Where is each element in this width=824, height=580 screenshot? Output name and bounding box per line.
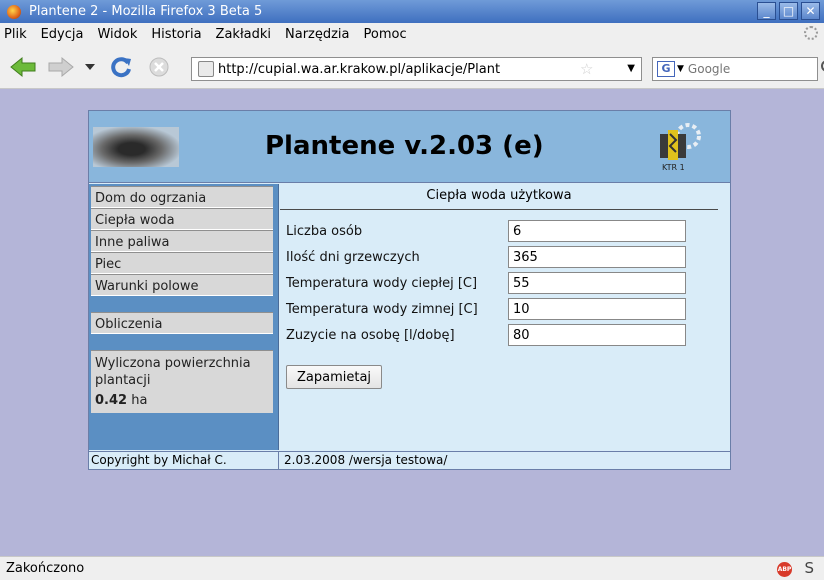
- sidebar: Dom do ogrzania Ciepła woda Inne paliwa …: [89, 184, 279, 450]
- menu-bar: Plik Edycja Widok Historia Zakładki Narz…: [0, 23, 824, 45]
- save-button[interactable]: Zapamietaj: [286, 365, 383, 389]
- form-row-temp-cieplej: Temperatura wody ciepłej [C]: [286, 271, 686, 295]
- liczba-osob-label: Liczba osób: [286, 223, 363, 239]
- main-panel: Ciepła woda użytkowa Liczba osób Ilość d…: [280, 184, 730, 450]
- close-button[interactable]: ✕: [801, 2, 820, 20]
- dni-grzewczych-label: Ilość dni grzewczych: [286, 249, 420, 265]
- url-text[interactable]: http://cupial.wa.ar.krakow.pl/aplikacje/…: [218, 62, 578, 77]
- copyright-text: Copyright by Michał C.: [89, 452, 279, 470]
- search-input[interactable]: [687, 62, 788, 76]
- form-row-liczba-osob: Liczba osób: [286, 219, 686, 243]
- area-label: Wyliczona powierzchnia plantacji: [95, 356, 251, 388]
- throbber-icon: [804, 26, 818, 40]
- history-dropdown-icon[interactable]: [83, 54, 97, 80]
- version-text: 2.03.2008 /wersja testowa/: [284, 453, 448, 467]
- sidebar-item-inne-paliwa[interactable]: Inne paliwa: [91, 230, 273, 252]
- s-icon[interactable]: S: [804, 559, 814, 577]
- form-row-zuzycie: Zuzycie na osobę [l/dobę]: [286, 323, 686, 347]
- dni-grzewczych-input[interactable]: [508, 246, 686, 268]
- svg-text:KTR 1: KTR 1: [662, 163, 685, 172]
- app-footer: Copyright by Michał C. 2.03.2008 /wersja…: [89, 451, 730, 470]
- menu-pomoc[interactable]: Pomoc: [364, 27, 407, 42]
- site-icon: [198, 61, 214, 77]
- form-row-temp-zimnej: Temperatura wody zimnej [C]: [286, 297, 686, 321]
- section-title: Ciepła woda użytkowa: [280, 188, 718, 210]
- forward-arrow-icon[interactable]: [46, 54, 76, 80]
- google-icon[interactable]: G: [657, 61, 675, 77]
- sidebar-item-piec[interactable]: Piec: [91, 252, 273, 274]
- app-container: Plantene v.2.03 (e) KTR 1 Dom do ogrzani…: [88, 110, 731, 470]
- minimize-button[interactable]: _: [757, 2, 776, 20]
- area-value: 0.42: [95, 393, 128, 408]
- app-logo-image: [93, 127, 179, 167]
- temp-zimnej-input[interactable]: [508, 298, 686, 320]
- url-dropdown-icon[interactable]: ▼: [627, 63, 635, 74]
- temp-cieplej-label: Temperatura wody ciepłej [C]: [286, 275, 478, 291]
- ktr-logo-icon: KTR 1: [660, 123, 701, 172]
- app-header: Plantene v.2.03 (e) KTR 1: [89, 111, 730, 183]
- url-bar[interactable]: http://cupial.wa.ar.krakow.pl/aplikacje/…: [191, 57, 642, 81]
- menu-widok[interactable]: Widok: [97, 27, 137, 42]
- temp-cieplej-input[interactable]: [508, 272, 686, 294]
- star-icon[interactable]: ☆: [580, 60, 593, 78]
- menu-historia[interactable]: Historia: [151, 27, 201, 42]
- area-unit: ha: [131, 393, 148, 408]
- menu-plik[interactable]: Plik: [4, 27, 27, 42]
- window-controls: _ □ ✕: [757, 2, 820, 20]
- zuzycie-label: Zuzycie na osobę [l/dobę]: [286, 327, 455, 343]
- menu-edycja[interactable]: Edycja: [41, 27, 84, 42]
- menu-narzedzia[interactable]: Narzędzia: [285, 27, 350, 42]
- search-bar[interactable]: G ▼: [652, 57, 824, 81]
- status-bar: Zakończono ABP S: [0, 556, 824, 580]
- window-title-bar: Plantene 2 - Mozilla Firefox 3 Beta 5 _ …: [0, 0, 824, 23]
- zuzycie-input[interactable]: [508, 324, 686, 346]
- sidebar-item-ciepla-woda[interactable]: Ciepła woda: [91, 208, 273, 230]
- app-title: Plantene v.2.03 (e): [265, 131, 544, 161]
- liczba-osob-input[interactable]: [508, 220, 686, 242]
- page-content: Plantene v.2.03 (e) KTR 1 Dom do ogrzani…: [0, 90, 824, 556]
- back-arrow-icon[interactable]: [8, 54, 38, 80]
- navigation-toolbar: http://cupial.wa.ar.krakow.pl/aplikacje/…: [0, 45, 824, 89]
- sidebar-item-warunki-polowe[interactable]: Warunki polowe: [91, 274, 273, 296]
- adblock-icon[interactable]: ABP: [777, 562, 792, 577]
- form-row-dni-grzewczych: Ilość dni grzewczych: [286, 245, 686, 269]
- maximize-button[interactable]: □: [779, 2, 798, 20]
- area-result-box: Wyliczona powierzchnia plantacji 0.42 ha: [91, 350, 273, 413]
- area-value-row: 0.42 ha: [95, 392, 269, 409]
- stop-icon[interactable]: [146, 54, 172, 80]
- sidebar-item-obliczenia[interactable]: Obliczenia: [91, 312, 273, 334]
- sidebar-item-dom[interactable]: Dom do ogrzania: [91, 186, 273, 208]
- window-title: Plantene 2 - Mozilla Firefox 3 Beta 5: [29, 4, 263, 19]
- search-engine-dropdown-icon[interactable]: ▼: [677, 64, 684, 74]
- firefox-icon: [7, 4, 21, 19]
- menu-zakladki[interactable]: Zakładki: [216, 27, 271, 42]
- status-text: Zakończono: [6, 561, 85, 576]
- temp-zimnej-label: Temperatura wody zimnej [C]: [286, 301, 478, 317]
- reload-icon[interactable]: [107, 54, 135, 80]
